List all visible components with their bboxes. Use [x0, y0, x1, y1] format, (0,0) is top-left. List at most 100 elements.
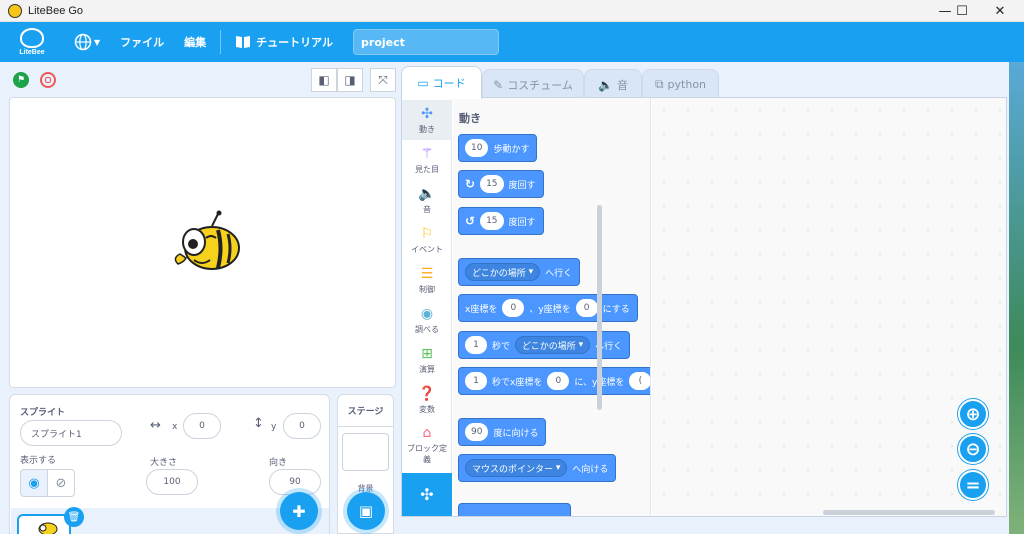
- category-sound[interactable]: 🔈 音: [402, 180, 452, 220]
- tutorial-label: チュートリアル: [256, 36, 334, 49]
- category-label: 音: [423, 204, 431, 214]
- add-sprite-icon: ✚: [292, 501, 306, 521]
- rotate-right-icon: ↻: [465, 177, 476, 191]
- language-menu[interactable]: ▼: [64, 22, 110, 62]
- tab-code[interactable]: ▭ コード: [401, 66, 482, 99]
- turn-left-block[interactable]: ↺ 15 度回す: [458, 207, 544, 235]
- sliders-icon: ☰: [420, 265, 434, 282]
- litebee-logo[interactable]: LiteBee: [14, 25, 50, 59]
- x-input[interactable]: 0: [183, 413, 221, 439]
- tab-python-label: python: [667, 78, 707, 91]
- menu-bar: LiteBee ▼ ファイル 編集 チュートリアル project: [0, 22, 1024, 62]
- move-steps-block[interactable]: 10 歩動かす: [458, 134, 538, 162]
- goto-xy-block[interactable]: x座標を 0 、y座標を 0 にする: [458, 294, 638, 322]
- category-my-blocks[interactable]: ⌂ ブロック定義: [402, 420, 452, 470]
- tab-sounds[interactable]: 🔈 音: [584, 69, 642, 99]
- fullscreen-icon: ⤧: [378, 72, 388, 87]
- bee-sprite[interactable]: [168, 208, 248, 278]
- category-variables[interactable]: ❓ 変数: [402, 380, 452, 420]
- glide-to-block[interactable]: 1 秒で どこかの場所 ▾ へ行く: [458, 331, 631, 359]
- turn-right-block[interactable]: ↻ 15 度回す: [458, 170, 544, 198]
- block-categories: ✣ 動き ⚚ 見た目 🔈 音 ⚐ イベント ☰ 制御 ◉ 調べる ⊞ 演算 ❓: [402, 98, 452, 516]
- bee-logo-icon: [20, 28, 44, 48]
- goto-block[interactable]: どこかの場所 ▾ へ行く: [458, 258, 581, 286]
- dropdown-value: どこかの場所: [472, 268, 526, 279]
- calculator-icon: ⊞: [421, 345, 433, 362]
- block-text: x座標を: [465, 304, 498, 315]
- category-control[interactable]: ☰ 制御: [402, 260, 452, 300]
- tab-python[interactable]: ⧉ python: [642, 69, 719, 99]
- tab-costumes[interactable]: ✎ コスチューム: [482, 69, 584, 99]
- y-input[interactable]: 0: [575, 299, 598, 317]
- seconds-input[interactable]: 1: [465, 336, 487, 354]
- glide-xy-block[interactable]: 1 秒でx座標を 0 に、y座標を (: [458, 367, 650, 395]
- zoom-reset-button[interactable]: =: [958, 470, 988, 500]
- edit-menu[interactable]: 編集: [174, 22, 216, 62]
- category-motion[interactable]: ✣ 動き: [402, 100, 452, 140]
- x-input[interactable]: 0: [547, 372, 570, 390]
- degrees-input[interactable]: 15: [480, 212, 504, 230]
- size-label: 大きさ: [150, 458, 178, 468]
- script-workspace[interactable]: [652, 98, 1006, 516]
- project-name-input[interactable]: project: [353, 29, 500, 55]
- size-input[interactable]: 100: [146, 469, 198, 495]
- x-arrows-icon: ↔: [150, 418, 161, 433]
- extension-button[interactable]: ✣: [402, 473, 452, 516]
- stop-icon: [45, 77, 51, 83]
- green-flag-button[interactable]: ⚑: [13, 72, 29, 88]
- location-dropdown[interactable]: どこかの場所 ▾: [515, 336, 591, 354]
- block-text: 度回す: [508, 217, 536, 228]
- add-sprite-button[interactable]: ✚: [280, 492, 318, 530]
- small-stage-button[interactable]: ◧: [311, 68, 337, 92]
- stop-button[interactable]: [40, 72, 56, 88]
- category-label: イベント: [411, 244, 443, 254]
- category-looks[interactable]: ⚚ 見た目: [402, 140, 452, 180]
- stage-panel-title: ステージ: [338, 395, 393, 427]
- location-dropdown[interactable]: どこかの場所 ▾: [465, 263, 541, 281]
- target-dropdown[interactable]: マウスのポインター ▾: [465, 459, 568, 477]
- partial-block[interactable]: [458, 503, 571, 516]
- stage-canvas[interactable]: [9, 97, 396, 388]
- file-menu[interactable]: ファイル: [110, 22, 174, 62]
- zoom-in-button[interactable]: ⊕: [958, 399, 988, 429]
- stage-thumbnail[interactable]: [342, 433, 389, 471]
- point-towards-block[interactable]: マウスのポインター ▾ へ向ける: [458, 454, 617, 482]
- category-label: ブロック定義: [407, 444, 447, 464]
- trash-icon: 🗑: [67, 511, 81, 523]
- add-backdrop-button[interactable]: ▣: [347, 492, 385, 530]
- x-input[interactable]: 0: [502, 299, 525, 317]
- logo-text: LiteBee: [19, 49, 45, 56]
- temple-icon: ⌂: [422, 425, 432, 441]
- normal-stage-button[interactable]: ◨: [337, 68, 363, 92]
- workspace-horizontal-scrollbar[interactable]: [823, 510, 995, 515]
- fullscreen-button[interactable]: ⤧: [370, 68, 396, 92]
- sprite-name-input[interactable]: スプライト1: [20, 420, 122, 446]
- drone-icon: ✣: [421, 105, 433, 122]
- seconds-input[interactable]: 1: [465, 372, 487, 390]
- category-operators[interactable]: ⊞ 演算: [402, 340, 452, 380]
- zoom-out-button[interactable]: ⊖: [958, 434, 988, 464]
- direction-input[interactable]: 90: [465, 423, 489, 441]
- point-direction-block[interactable]: 90 度に向ける: [458, 418, 547, 446]
- category-sensing[interactable]: ◉ 調べる: [402, 300, 452, 340]
- workspace-vertical-scrollbar[interactable]: [597, 205, 602, 410]
- maximize-button[interactable]: ☐: [945, 0, 979, 22]
- desktop-background-edge: [1009, 62, 1024, 534]
- chevron-down-icon: ▼: [94, 37, 101, 47]
- delete-sprite-button[interactable]: 🗑: [64, 507, 84, 527]
- window-title: LiteBee Go: [28, 4, 84, 17]
- steps-input[interactable]: 10: [465, 139, 489, 157]
- direction-input[interactable]: 90: [269, 469, 321, 495]
- close-button[interactable]: ✕: [983, 0, 1017, 22]
- equals-icon: =: [965, 474, 981, 496]
- degrees-input[interactable]: 15: [480, 175, 504, 193]
- y-input[interactable]: 0: [283, 413, 321, 439]
- hide-sprite-button[interactable]: ⊘: [47, 469, 75, 497]
- y-input[interactable]: (: [629, 372, 650, 390]
- tutorial-menu[interactable]: チュートリアル: [225, 22, 343, 62]
- category-events[interactable]: ⚐ イベント: [402, 220, 452, 260]
- app-bee-icon: [8, 3, 22, 18]
- sprite-thumbnail[interactable]: [17, 514, 71, 534]
- show-sprite-button[interactable]: ◉: [20, 469, 48, 497]
- zoom-out-icon: ⊖: [965, 438, 981, 460]
